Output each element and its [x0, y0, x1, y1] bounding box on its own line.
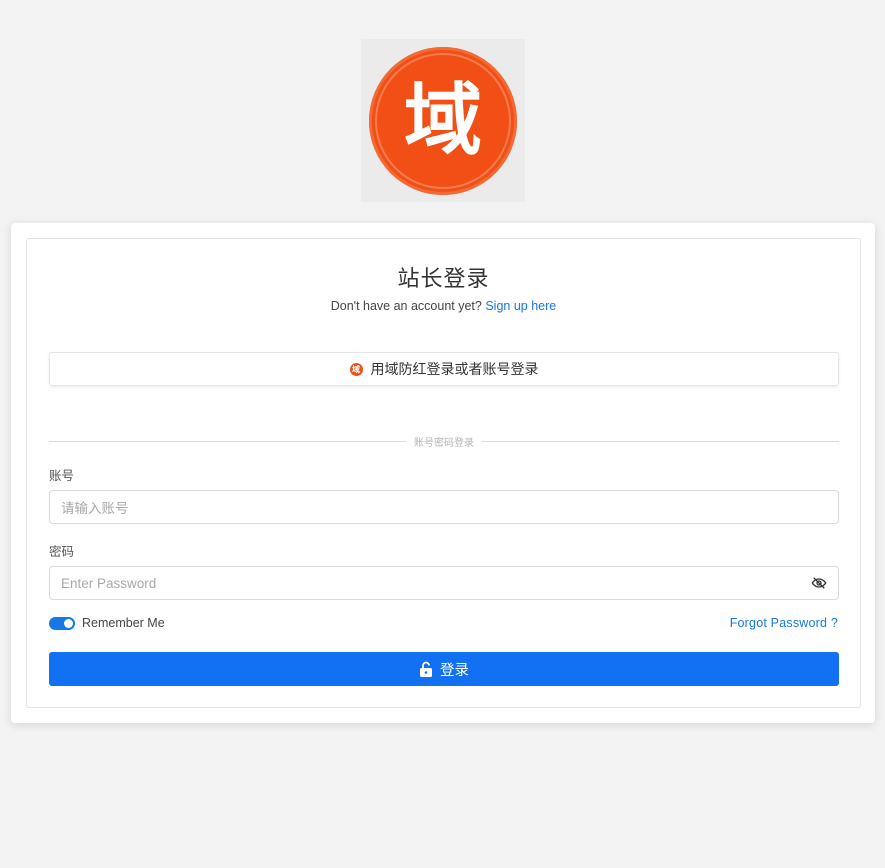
brand-logo-icon: 域: [349, 362, 363, 376]
account-input[interactable]: 请输入账号: [49, 490, 839, 524]
password-label: 密码: [49, 545, 75, 559]
account-placeholder: 请输入账号: [61, 501, 129, 516]
divider-line-right: [482, 440, 839, 442]
login-card: 站长登录 Don't have an account yet? Sign up …: [11, 223, 875, 723]
divider-line-left: [49, 440, 406, 442]
section-divider: 账号密码登录: [49, 434, 839, 449]
oauth-login-label: 用域防红登录或者账号登录: [370, 361, 539, 377]
oauth-login-button[interactable]: 域 用域防红登录或者账号登录: [49, 352, 839, 386]
password-placeholder: Enter Password: [61, 575, 157, 591]
remember-toggle[interactable]: [49, 616, 75, 630]
account-label: 账号: [49, 469, 75, 483]
remember-label: Remember Me: [82, 616, 165, 630]
login-panel: 站长登录 Don't have an account yet? Sign up …: [26, 238, 861, 708]
remember-me: Remember Me: [49, 616, 165, 630]
logo-character: 域: [403, 75, 482, 166]
eye-off-icon[interactable]: [811, 575, 827, 591]
site-logo: 域: [361, 39, 525, 202]
page-title: 站长登录: [397, 266, 490, 291]
signup-prompt-text: Don't have an account yet?: [330, 299, 482, 313]
login-button-label: 登录: [440, 662, 469, 679]
logo-circle: 域: [369, 46, 517, 195]
password-input[interactable]: Enter Password: [49, 566, 839, 600]
signup-prompt: Don't have an account yet? Sign up here: [27, 299, 860, 313]
forgot-password-link[interactable]: Forgot Password ?: [730, 616, 838, 630]
divider-text: 账号密码登录: [414, 437, 474, 449]
unlock-icon: [420, 661, 432, 677]
signup-link[interactable]: Sign up here: [485, 299, 556, 313]
login-button[interactable]: 登录: [49, 652, 839, 686]
